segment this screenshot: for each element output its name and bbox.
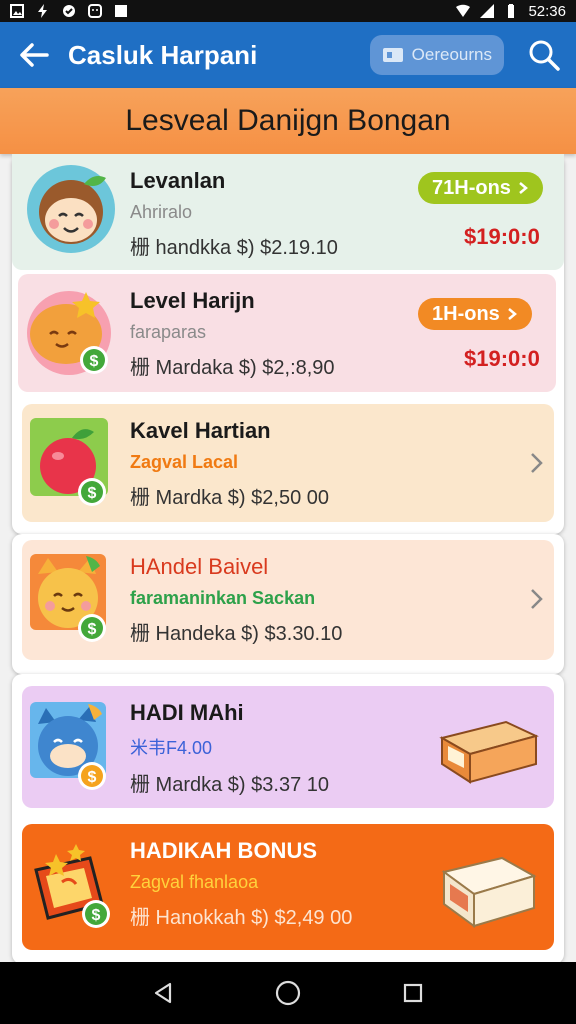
item-title: HADI MAhi (130, 700, 244, 725)
item-subtitle: 米韦F4.00 (130, 738, 213, 758)
monkey-face-icon (27, 165, 115, 253)
svg-text:$: $ (90, 353, 99, 370)
item-subtitle: Zagval fhanlaoa (130, 872, 259, 892)
battery-icon (508, 4, 515, 18)
item-subtitle: Ahriralo (130, 202, 193, 222)
bonus-bag-icon (441, 856, 537, 928)
chevron-right-icon[interactable] (526, 584, 546, 614)
list-item[interactable]: $ Level Harijn faraparas 栅 Mardaka $) $2… (18, 274, 556, 392)
item-title: Kavel Hartian (130, 418, 271, 443)
signal-icon (480, 4, 495, 18)
circle-home-icon (275, 980, 301, 1006)
app-bar: Casluk Harpani Oerеourns (0, 22, 576, 88)
lightning-icon (38, 4, 47, 18)
chevron-right-icon (507, 308, 517, 320)
triangle-back-icon (154, 982, 171, 1004)
resources-chip[interactable]: Oerеourns (369, 35, 504, 75)
banner-title: Lesveal Danijgn Bongan (125, 104, 451, 137)
cat-face-icon: $ (30, 554, 106, 642)
blue-cat-icon: $ (30, 702, 106, 790)
item-price-line: 栅 Mardka $) $2,50 00 (130, 487, 329, 509)
svg-text:$: $ (92, 907, 101, 924)
badge-label: 1H-ons (432, 302, 500, 325)
chevron-right-icon[interactable] (526, 448, 546, 478)
list-item[interactable]: $ HADI MAhi 米韦F4.00 栅 Mardka $) $3.37 10 (22, 686, 554, 808)
item-subtitle: faraparas (130, 322, 207, 342)
arrow-left-icon (20, 43, 49, 67)
status-time: 52:36 (528, 2, 566, 20)
chip-label: Oerеourns (411, 45, 492, 64)
face-icon (88, 4, 102, 18)
badge-label: 71H-ons (432, 176, 511, 199)
check-circle-icon (63, 5, 75, 17)
item-amount: $19:0:0 (464, 346, 540, 371)
offer-list: Levanlan Ahriralo 栅 handkka $) $2.19.10 … (0, 154, 576, 962)
item-title: HAndel Baivel (130, 554, 269, 579)
bonus-tablet-icon: $ (34, 844, 110, 928)
item-price-line: 栅 Hanokkah $) $2,49 00 (130, 907, 353, 929)
item-subtitle: faramaninkan Sackan (130, 588, 316, 608)
item-subtitle: Zagval Lacal (130, 452, 239, 472)
list-item[interactable]: $ HADIKAH BONUS Zagval fhanlaoa 栅 Hanokk… (22, 824, 554, 950)
star-pie-icon: $ (27, 291, 111, 375)
bonus-box-icon (439, 720, 539, 784)
system-nav-bar (0, 962, 576, 1024)
square-recents-icon (404, 983, 423, 1003)
chevron-right-icon (519, 182, 528, 194)
search-icon (529, 40, 560, 71)
back-button[interactable] (0, 22, 68, 88)
svg-text:$: $ (88, 485, 97, 502)
item-price-line: 栅 handkka $) $2.19.10 (130, 237, 338, 259)
wifi-icon (456, 4, 471, 17)
list-item[interactable]: $ Kavel Hartian Zagval Lacal 栅 Mardka $)… (22, 404, 554, 522)
gallery-icon (10, 4, 24, 18)
item-price-line: 栅 Mardka $) $3.37 10 (130, 774, 329, 796)
item-title: Levanlan (130, 168, 226, 193)
item-title: HADIKAH BONUS (130, 838, 317, 863)
search-button[interactable] (518, 29, 570, 81)
addons-button[interactable]: 71H-ons (418, 172, 543, 204)
item-price-line: 栅 Handeka $) $3.30.10 (130, 623, 343, 645)
item-title: Level Harijn (130, 288, 255, 313)
list-item[interactable]: $ HAndel Baivel faramaninkan Sackan 栅 Ha… (22, 540, 554, 660)
nav-home-button[interactable] (266, 971, 310, 1015)
apple-icon: $ (30, 418, 108, 506)
list-item[interactable]: Levanlan Ahriralo 栅 handkka $) $2.19.10 … (12, 154, 564, 270)
svg-text:$: $ (88, 621, 97, 638)
section-banner: Lesveal Danijgn Bongan (0, 88, 576, 154)
nav-recents-button[interactable] (391, 971, 435, 1015)
ticket-icon (382, 48, 403, 62)
nav-back-button[interactable] (141, 971, 185, 1015)
app-title: Casluk Harpani (68, 39, 258, 70)
item-price-line: 栅 Mardaka $) $2,:8,90 (130, 357, 335, 379)
item-amount: $19:0:0 (464, 224, 540, 249)
square-icon (115, 5, 127, 17)
addons-button[interactable]: 1H-ons (418, 298, 532, 330)
svg-text:$: $ (88, 769, 97, 786)
status-bar: 52:36 (0, 0, 576, 22)
